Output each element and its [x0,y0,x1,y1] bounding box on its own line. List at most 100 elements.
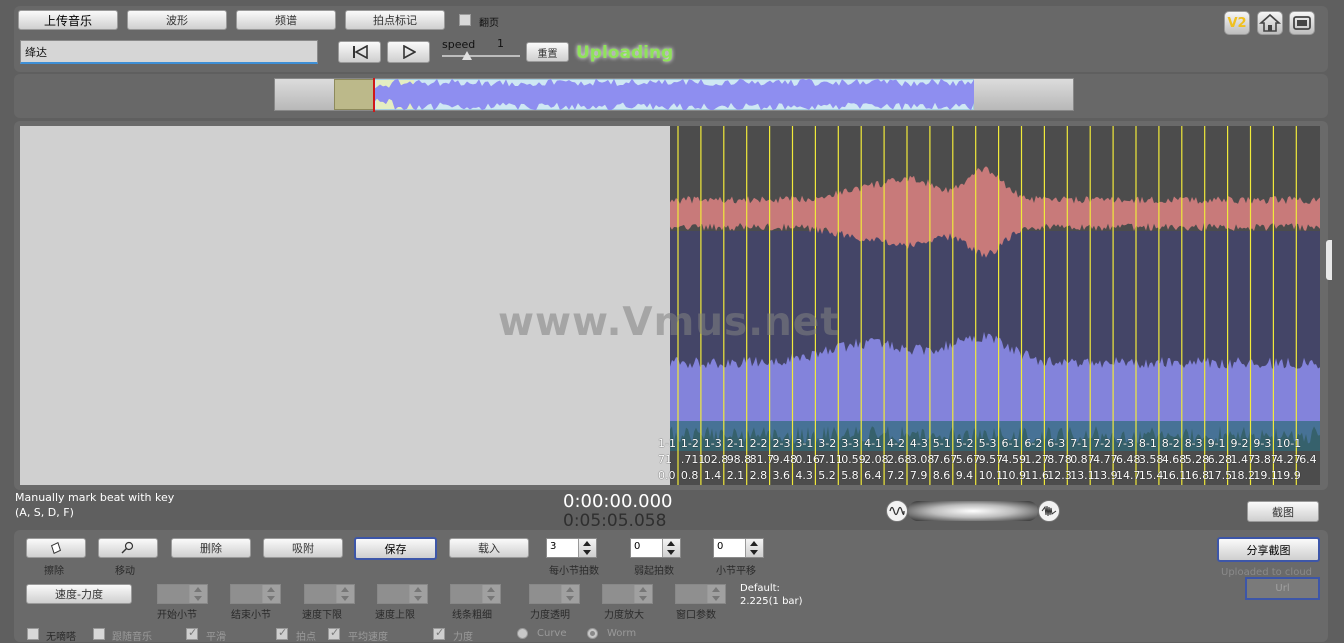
tempo-max-label: 速度上限 [375,610,415,621]
speed-value: 1 [497,37,504,50]
end-bar-stepper[interactable] [230,584,281,604]
move-icon [121,541,134,554]
beat-label-v2: 17.5 [1207,469,1233,482]
tempo-dynamics-button[interactable]: 速度-力度 [26,584,132,604]
beat-label-id: 4-1 [864,437,883,450]
pickup-beats-arrows[interactable] [662,539,680,557]
no-metronome-checkbox[interactable] [27,628,39,640]
beat-label-id: 5-3 [978,437,997,450]
beat-label-id: 5-2 [955,437,974,450]
follow-music-checkbox[interactable] [93,628,105,640]
end-bar-label: 结束小节 [231,610,271,621]
dyn-zoom-stepper[interactable] [602,584,653,604]
beat-label-v1: 4.59 [1001,453,1027,466]
bar-shift-stepper[interactable]: 0 [713,538,764,558]
eraser-button[interactable] [26,538,86,558]
beat-label-v1: 2.08 [864,453,889,466]
beats-per-bar-arrows[interactable] [578,539,596,557]
zoom-out-icon[interactable] [886,500,908,522]
zoom-track[interactable] [908,501,1038,521]
smooth-checkbox[interactable] [186,626,198,640]
dyn-transparency-stepper[interactable] [529,584,580,604]
beat-label-v1: 4.27 [1276,453,1301,466]
follow-music-label: 跟随音乐 [112,632,152,643]
window-icon[interactable] [1289,11,1315,35]
beats-per-bar-value: 3 [550,541,557,552]
upload-music-button[interactable]: 上传音乐 [18,10,118,30]
skip-back-icon [352,45,368,59]
curve-radio[interactable] [517,628,528,639]
no-metronome-label: 无嘀嗒 [46,632,76,643]
pickup-beats-stepper[interactable]: 0 [630,538,681,558]
speed-slider-thumb[interactable] [462,51,472,60]
window-param-stepper[interactable] [675,584,726,604]
beat-label-id: 6-1 [1001,437,1020,450]
beat-label-v1: 98.8 [726,453,752,466]
beat-label-id: 9-2 [1230,437,1249,450]
beat-label-v1: 9.48 [772,453,798,466]
vertical-scroll-handle[interactable] [1326,240,1332,280]
default-line-2: 2.225(1 bar) [740,596,803,607]
beat-label-v2: 13.1 [1070,469,1095,482]
flip-page-checkbox[interactable] [459,14,471,26]
start-bar-stepper[interactable] [157,584,208,604]
title-input[interactable]: 绛达 [20,40,318,64]
dynamics-label: 力度 [453,632,473,643]
zoom-in-icon[interactable] [1038,500,1060,522]
load-button[interactable]: 载入 [449,538,529,558]
beat-label-v2: 7.9 [909,469,928,482]
overview-waveform [374,79,974,110]
beat-mark-button[interactable]: 拍点标记 [345,10,445,30]
speed-slider[interactable] [442,55,520,57]
beat-label-v2: 15.4 [1138,469,1164,482]
zoom-slider[interactable] [886,499,1060,523]
play-button[interactable] [387,41,430,63]
beat-label-v1: 8.78 [1047,453,1072,466]
share-screenshot-button[interactable]: 分享截图 [1217,537,1320,562]
beat-label-id: 1-3 [703,437,722,450]
waveform-button[interactable]: 波形 [127,10,227,30]
beat-label-id: 7-1 [1070,437,1089,450]
dynamics-checkbox[interactable] [433,626,445,640]
reset-button[interactable]: 重置 [526,42,569,62]
beat-label-v2: 10.1 [978,469,1004,482]
tempo-max-stepper[interactable] [377,584,428,604]
beat-label-v2: 1.4 [703,469,722,482]
beat-label-id: 3-2 [818,437,837,450]
delete-button[interactable]: 删除 [171,538,251,558]
beat-point-checkbox[interactable] [276,626,288,640]
beat-label-id: 7-2 [1093,437,1112,450]
worm-radio[interactable] [587,628,598,639]
beats-per-bar-stepper[interactable]: 3 [546,538,597,558]
bar-shift-label: 小节平移 [716,566,756,577]
beat-label-id: 1-2 [680,437,699,450]
playhead-marker[interactable] [373,78,375,112]
spectrum-button[interactable]: 频谱 [236,10,336,30]
hint-line-1: Manually mark beat with key [15,491,175,504]
smooth-label: 平滑 [206,632,226,643]
beat-label-v2: 19.1 [1253,469,1278,482]
beat-label-id: 5-1 [932,437,951,450]
beat-label-id: 2-2 [749,437,768,450]
beat-label-v2: 8.6 [932,469,951,482]
beat-label-v1: 0.59 [841,453,866,466]
beat-label-v1: 3.87 [1253,453,1278,466]
snap-button[interactable]: 吸附 [263,538,343,558]
home-icon[interactable] [1257,11,1283,35]
v2-icon[interactable]: V2 [1224,11,1250,35]
line-width-label: 线条粗细 [452,610,492,621]
overview-selection[interactable] [334,79,374,110]
beat-label-v2: 5.8 [841,469,859,482]
line-width-stepper[interactable] [450,584,501,604]
beat-label-v1: 7.11 [818,453,843,466]
move-button[interactable] [98,538,158,558]
tempo-min-stepper[interactable] [304,584,355,604]
beat-label-v1: 0.16 [795,453,820,466]
save-button[interactable]: 保存 [354,537,437,560]
beat-label-v1: 0.87 [1070,453,1095,466]
avg-tempo-checkbox[interactable] [328,626,340,640]
bar-shift-arrows[interactable] [745,539,763,557]
skip-back-button[interactable] [338,41,381,63]
url-button[interactable]: Url [1245,577,1320,600]
screenshot-button[interactable]: 截图 [1247,501,1319,522]
